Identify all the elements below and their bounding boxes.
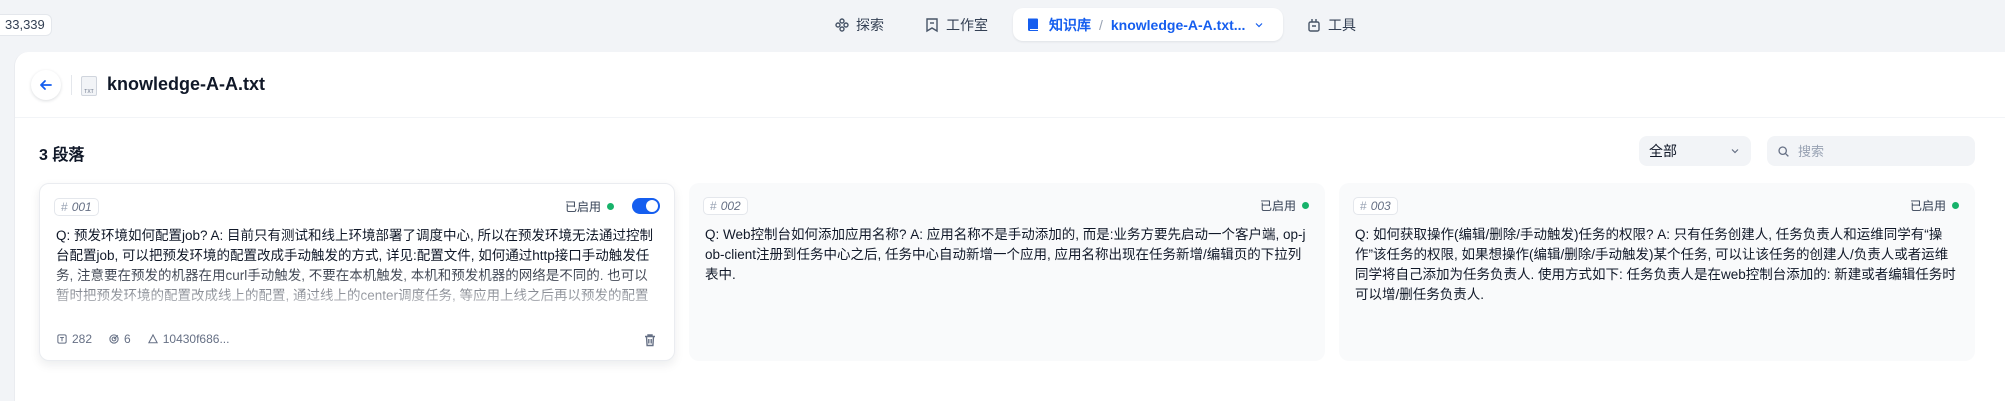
studio-icon <box>926 17 938 32</box>
hash-icon: # <box>61 200 68 214</box>
corner-counter: 33,339 <box>0 14 52 36</box>
enable-toggle[interactable] <box>632 198 660 214</box>
target-icon <box>109 334 119 344</box>
graph-icon <box>147 333 158 344</box>
status-label: 已启用 <box>1909 199 1946 213</box>
nav-studio-label: 工作室 <box>946 16 988 33</box>
status-filter-select[interactable]: 全部 <box>1639 136 1751 166</box>
segment-card[interactable]: # 003 已启用 Q: 如何获取操作(编辑/删除/手动触发)任务的权限? A:… <box>1339 183 1975 361</box>
nav-knowledge-label: 知识库 <box>1049 16 1091 33</box>
segment-id: 001 <box>71 200 92 214</box>
chevron-down-icon[interactable] <box>1253 19 1265 31</box>
segment-id: 002 <box>720 199 741 213</box>
nav-explore-label: 探索 <box>856 16 884 33</box>
segment-content: Q: 如何获取操作(编辑/删除/手动触发)任务的权限? A: 只有任务创建人, … <box>1355 227 1956 302</box>
segment-id: 003 <box>1370 199 1391 213</box>
word-count: 282 <box>56 332 92 346</box>
segment-hash-value: 10430f686... <box>162 332 230 346</box>
breadcrumb-separator: / <box>1099 16 1103 33</box>
delete-button[interactable] <box>642 332 658 348</box>
nav-knowledge-active[interactable]: 知识库 / knowledge-A-A.txt... <box>1013 8 1283 41</box>
segment-content: Q: 预发环境如何配置job? A: 目前只有测试和线上环境部署了调度中心, 所… <box>56 228 654 303</box>
nav-studio[interactable]: 工作室 <box>924 8 988 41</box>
search-icon <box>1778 145 1789 157</box>
segment-status: 已启用 <box>1910 197 1959 214</box>
status-dot-icon <box>1952 202 1959 209</box>
segment-hash: 10430f686... <box>147 332 230 346</box>
segment-card[interactable]: # 001 已启用 Q: 预发环境如何配置job? A: 目前只有测试和线上环境… <box>39 183 675 361</box>
segment-status: 已启用 <box>1260 197 1309 214</box>
explore-icon <box>835 17 849 32</box>
document-title: knowledge-A-A.txt <box>107 74 266 94</box>
txt-file-icon: TXT <box>81 76 97 96</box>
segment-id-badge: # 001 <box>54 198 99 216</box>
status-label: 已启用 <box>564 200 601 214</box>
doc-breadcrumb[interactable]: knowledge-A-A.txt... <box>1111 17 1246 33</box>
toggle-knob <box>646 200 658 212</box>
main-panel: TXT knowledge-A-A.txt 3 段落 全部 # 001 已启用 … <box>14 52 2005 401</box>
text-count-icon <box>57 334 67 344</box>
top-nav-bar: 33,339 探索 工作室 知识库 / knowledge-A-A.txt...… <box>0 0 2005 52</box>
segment-content: Q: Web控制台如何添加应用名称? A: 应用名称不是手动添加的, 而是:业务… <box>705 227 1306 282</box>
segment-count: 3 段落 <box>39 147 85 164</box>
arrow-left-icon <box>40 80 52 90</box>
nav-tools-label: 工具 <box>1328 16 1356 33</box>
hit-count-value: 6 <box>124 332 131 346</box>
segment-status: 已启用 <box>565 198 614 215</box>
segment-id-badge: # 003 <box>1353 197 1398 215</box>
hash-icon: # <box>1360 199 1367 213</box>
document-header: TXT knowledge-A-A.txt <box>15 52 2005 118</box>
book-icon <box>1028 18 1038 31</box>
header-divider <box>71 75 72 95</box>
segment-card[interactable]: # 002 已启用 Q: Web控制台如何添加应用名称? A: 应用名称不是手动… <box>689 183 1325 361</box>
status-dot-icon <box>607 203 614 210</box>
status-label: 已启用 <box>1259 199 1296 213</box>
filter-selected-value: 全部 <box>1649 143 1677 159</box>
trash-icon <box>645 334 655 347</box>
tools-icon <box>1308 18 1320 32</box>
chevron-down-icon <box>1731 149 1739 154</box>
word-count-value: 282 <box>72 332 93 346</box>
search-field[interactable] <box>1767 136 1975 166</box>
hit-count: 6 <box>108 332 131 346</box>
segment-meta: 282 6 10430f686... <box>56 332 229 346</box>
status-dot-icon <box>1302 202 1309 209</box>
search-input[interactable] <box>1798 143 1958 159</box>
hash-icon: # <box>710 199 717 213</box>
nav-explore[interactable]: 探索 <box>834 8 884 41</box>
segment-id-badge: # 002 <box>703 197 748 215</box>
nav-tools[interactable]: 工具 <box>1306 8 1356 41</box>
back-button[interactable] <box>31 70 61 100</box>
